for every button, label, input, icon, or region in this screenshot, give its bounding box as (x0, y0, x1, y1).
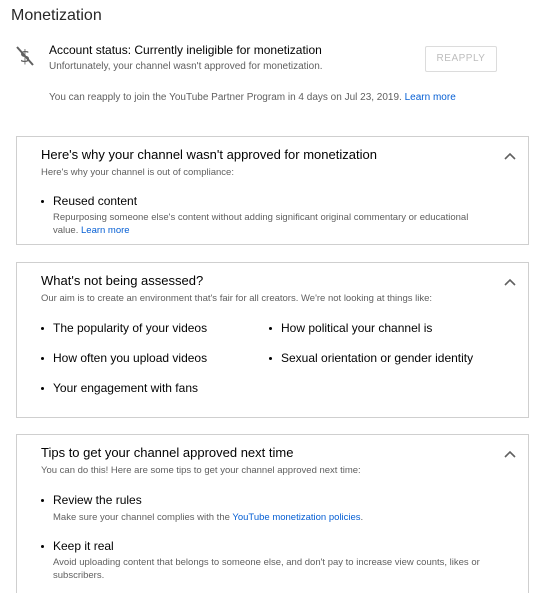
chevron-up-icon[interactable] (504, 152, 516, 160)
tip-label: Keep it real (53, 539, 114, 553)
reason-description: Repurposing someone else's content witho… (53, 211, 523, 237)
bullet-icon (41, 357, 44, 360)
not-assessed-card-title: What's not being assessed? (41, 273, 204, 288)
why-not-approved-card: Here's why your channel wasn't approved … (16, 136, 529, 245)
reapply-note: You can reapply to join the YouTube Part… (49, 92, 456, 103)
chevron-up-icon[interactable] (504, 278, 516, 286)
bullet-icon (41, 200, 44, 203)
tip-description-text: Make sure your channel complies with the (53, 512, 233, 523)
bullet-icon (269, 327, 272, 330)
tips-card-title: Tips to get your channel approved next t… (41, 445, 294, 460)
tip-description: Make sure your channel complies with the… (53, 511, 363, 524)
no-money-icon: $ (16, 46, 34, 67)
bullet-icon (269, 357, 272, 360)
reapply-note-text: You can reapply to join the YouTube Part… (49, 92, 402, 103)
tips-card: Tips to get your channel approved next t… (16, 434, 529, 593)
tip-description-suffix: . (360, 512, 364, 523)
reason-learn-more-link[interactable]: Learn more (81, 225, 130, 236)
reason-description-line1: Repurposing someone else's content witho… (53, 212, 469, 223)
not-assessed-card-subtitle: Our aim is to create an environment that… (41, 293, 433, 304)
tip-description-line1: Avoid uploading content that belongs to … (53, 557, 480, 568)
why-card-subtitle: Here's why your channel is out of compli… (41, 167, 234, 178)
not-assessed-item-label: The popularity of your videos (53, 321, 208, 335)
reason-description-line2-text: value. (53, 225, 79, 236)
bullet-icon (41, 327, 44, 330)
reason-description-line2: value. Learn more (53, 224, 523, 237)
not-assessed-item-label: How often you upload videos (53, 351, 208, 365)
reapply-learn-more-link[interactable]: Learn more (405, 92, 456, 103)
monetization-policies-link[interactable]: YouTube monetization policies (232, 512, 360, 523)
chevron-up-icon[interactable] (504, 450, 516, 458)
bullet-icon (41, 387, 44, 390)
tips-card-subtitle: You can do this! Here are some tips to g… (41, 465, 361, 476)
tip-description: Avoid uploading content that belongs to … (53, 556, 528, 582)
tip-label: Review the rules (53, 493, 142, 507)
bullet-icon (41, 545, 44, 548)
tip-description-line2: subscribers. (53, 570, 105, 581)
not-assessed-item-label: How political your channel is (281, 321, 433, 335)
reapply-button[interactable]: REAPPLY (425, 46, 497, 72)
why-card-title: Here's why your channel wasn't approved … (41, 147, 377, 162)
reason-label: Reused content (53, 194, 138, 208)
page-title: Monetization (11, 7, 102, 24)
account-status-description: Unfortunately, your channel wasn't appro… (49, 61, 323, 72)
not-assessed-item-label: Sexual orientation or gender identity (281, 351, 474, 365)
bullet-icon (41, 499, 44, 502)
not-assessed-card: What's not being assessed? Our aim is to… (16, 262, 529, 418)
not-assessed-item-label: Your engagement with fans (53, 381, 198, 395)
account-status-title: Account status: Currently ineligible for… (49, 43, 322, 57)
